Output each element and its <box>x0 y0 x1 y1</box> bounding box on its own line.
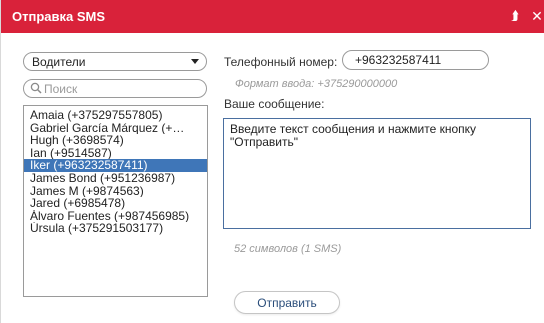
search-input[interactable] <box>44 81 199 96</box>
group-select[interactable]: Водители <box>23 52 207 71</box>
contact-list-item[interactable]: Ian (+9514587) <box>24 147 207 160</box>
search-icon <box>30 82 42 94</box>
character-counter: 52 символов (1 SMS) <box>234 243 342 255</box>
phone-input[interactable] <box>342 50 489 70</box>
chevrons-up-icon[interactable]: ⮭ <box>507 8 523 24</box>
phone-label: Телефонный номер: <box>224 55 338 69</box>
sms-dialog: Отправка SMS ⮭ ✕ Водители Amaia (+375297… <box>0 0 544 323</box>
contact-list-item[interactable]: Gabriel García Márquez (+… <box>24 122 207 135</box>
message-textarea[interactable] <box>223 118 531 229</box>
contact-list-item[interactable]: James Bond (+951236987) <box>24 172 207 185</box>
contact-list-item[interactable]: Álvaro Fuentes (+987456985) <box>24 210 207 223</box>
group-select-value: Водители <box>32 55 86 69</box>
close-icon[interactable]: ✕ <box>529 8 544 24</box>
dialog-title: Отправка SMS <box>12 9 106 24</box>
contact-list-item[interactable]: Hugh (+3698574) <box>24 134 207 147</box>
contact-list-item[interactable]: Jared (+6985478) <box>24 197 207 210</box>
contact-list-item[interactable]: Iker (+963232587411) <box>24 159 207 172</box>
contact-list-item[interactable]: Úrsula (+375291503177) <box>24 222 207 235</box>
title-bar: Отправка SMS ⮭ ✕ <box>1 0 544 33</box>
search-box <box>23 79 207 98</box>
message-label: Ваше сообщение: <box>224 97 325 111</box>
chevron-down-icon <box>191 59 199 64</box>
contact-list-item[interactable]: Amaia (+375297557805) <box>24 109 207 122</box>
contact-list-item[interactable]: James M (+9874563) <box>24 185 207 198</box>
contact-list[interactable]: Amaia (+375297557805) Gabriel García Márq… <box>23 105 208 297</box>
phone-format-hint: Формат ввода: +375290000000 <box>235 78 398 90</box>
send-button[interactable]: Отправить <box>234 291 340 314</box>
